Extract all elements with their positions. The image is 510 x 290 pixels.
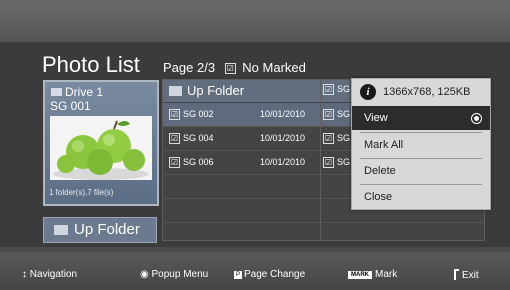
ok-button-icon: ◉ bbox=[140, 269, 149, 280]
checkbox[interactable]: ☑ bbox=[323, 109, 334, 121]
up-folder-button[interactable]: Up Folder bbox=[43, 217, 157, 243]
checkbox[interactable]: ☑ bbox=[323, 157, 334, 169]
drive-label: Drive 1 bbox=[51, 85, 103, 99]
photo-thumbnail bbox=[50, 116, 152, 180]
file-date: 10/01/2010 bbox=[260, 157, 306, 167]
mark-key-icon: MARK bbox=[348, 271, 372, 279]
hint-page-change: P Page Change bbox=[234, 269, 306, 280]
page-indicator: Page 2/3 bbox=[163, 60, 216, 75]
hint-mark: MARK Mark bbox=[348, 269, 397, 280]
column-divider bbox=[320, 80, 321, 240]
popup-menu: i 1366x768, 125KB View Mark All Delete C… bbox=[351, 78, 491, 210]
hint-navigation: ↕ Navigation bbox=[22, 269, 78, 280]
popup-header: i 1366x768, 125KB bbox=[352, 79, 490, 106]
top-bar bbox=[0, 0, 510, 42]
folder-icon bbox=[51, 88, 62, 96]
file-count: 1 folder(s),7 file(s) bbox=[49, 188, 114, 197]
page-title: Photo List bbox=[42, 52, 140, 77]
checkbox[interactable]: ☑ bbox=[323, 133, 334, 145]
up-folder-label: Up Folder bbox=[74, 221, 140, 238]
file-name: SG 002 bbox=[183, 109, 214, 119]
file-name: SG bbox=[337, 157, 351, 167]
exit-icon bbox=[454, 269, 459, 280]
file-name: SG 004 bbox=[183, 133, 214, 143]
file-name: SG 006 bbox=[183, 157, 214, 167]
photo-info: 1366x768, 125KB bbox=[383, 86, 471, 98]
list-col2-header: ☑ SG bbox=[323, 84, 351, 96]
navigation-icon: ↕ bbox=[22, 269, 27, 280]
popup-item-mark-all[interactable]: Mark All bbox=[352, 133, 490, 157]
hint-exit: Exit bbox=[454, 269, 479, 281]
page-status: Page 2/3 ☑ No Marked bbox=[163, 60, 306, 75]
info-icon: i bbox=[360, 84, 376, 100]
page-key-icon: P bbox=[234, 271, 243, 279]
list-up-folder-label: Up Folder bbox=[187, 83, 245, 98]
hint-popup-menu: ◉ Popup Menu bbox=[140, 269, 209, 280]
marked-status: No Marked bbox=[242, 60, 306, 75]
bottom-bar: ↕ Navigation ◉ Popup Menu P Page Change M… bbox=[0, 252, 510, 290]
folder-icon bbox=[169, 86, 182, 96]
checkbox[interactable]: ☑ bbox=[169, 157, 180, 169]
popup-item-view[interactable]: View bbox=[352, 106, 490, 130]
checkbox[interactable]: ☑ bbox=[169, 109, 180, 121]
photo-preview: Drive 1 SG 001 1 folder(s),7 file(s) bbox=[43, 80, 159, 206]
checkbox[interactable]: ☑ bbox=[169, 133, 180, 145]
popup-item-delete[interactable]: Delete bbox=[352, 159, 490, 183]
file-date: 10/01/2010 bbox=[260, 133, 306, 143]
file-date: 10/01/2010 bbox=[260, 109, 306, 119]
selected-photo-name: SG 001 bbox=[50, 99, 91, 113]
file-name: SG bbox=[337, 133, 351, 143]
check-icon: ☑ bbox=[224, 63, 236, 75]
radio-selected-icon bbox=[471, 113, 482, 124]
popup-item-close[interactable]: Close bbox=[352, 185, 490, 209]
folder-icon bbox=[54, 225, 68, 235]
file-name: SG bbox=[337, 109, 351, 119]
